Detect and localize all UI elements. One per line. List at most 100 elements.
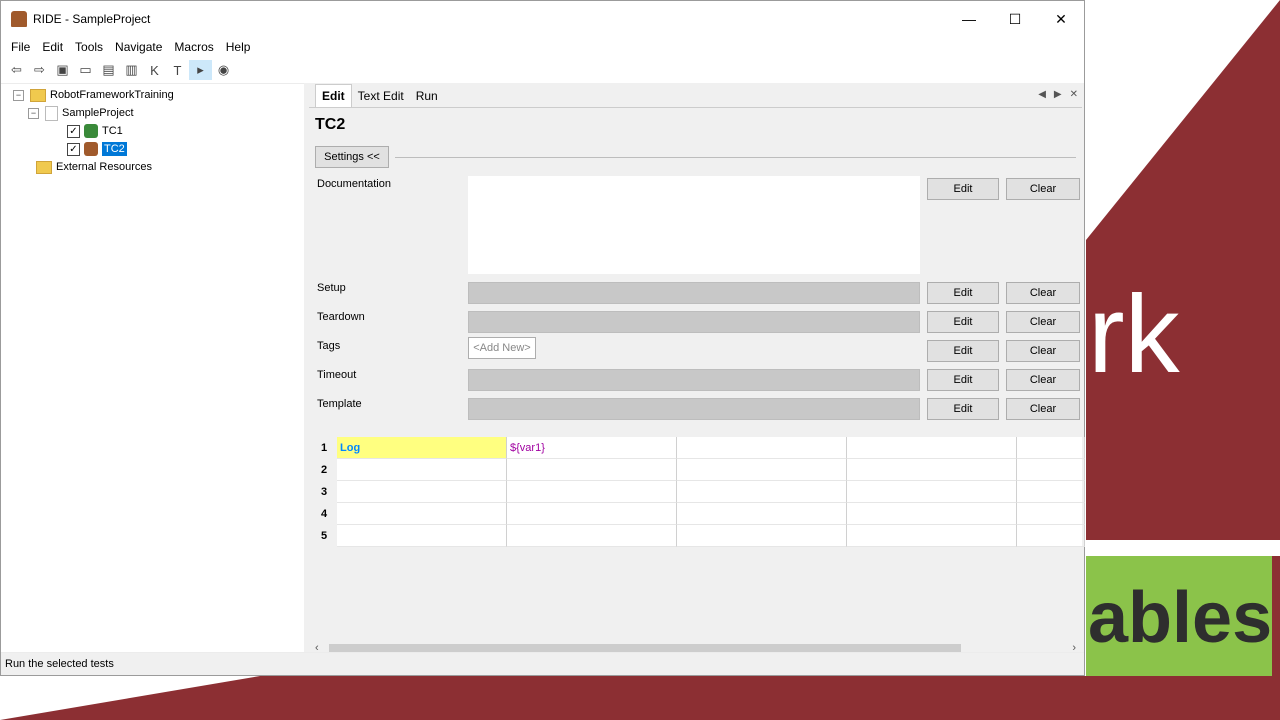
- teardown-edit-button[interactable]: Edit: [927, 311, 999, 333]
- template-edit-button[interactable]: Edit: [927, 398, 999, 420]
- setup-edit-button[interactable]: Edit: [927, 282, 999, 304]
- forward-icon[interactable]: ⇨: [28, 60, 51, 80]
- grid-cell[interactable]: [1017, 437, 1085, 459]
- grid-cell[interactable]: Log: [337, 437, 507, 459]
- grid-cell[interactable]: [337, 481, 507, 503]
- checkbox-icon[interactable]: ✓: [67, 124, 80, 138]
- grid-cell[interactable]: [507, 525, 677, 547]
- tree-node-tc1[interactable]: ✓ TC1: [67, 123, 123, 139]
- setup-label: Setup: [317, 282, 346, 294]
- teardown-field[interactable]: [468, 311, 920, 333]
- settings-toggle-button[interactable]: Settings <<: [315, 146, 389, 168]
- grid-cell[interactable]: [847, 437, 1017, 459]
- open-suite-icon[interactable]: ▣: [51, 60, 74, 80]
- run-icon[interactable]: ▸: [189, 60, 212, 80]
- grid-cell[interactable]: [507, 459, 677, 481]
- timeout-clear-button[interactable]: Clear: [1006, 369, 1080, 391]
- grid-cell[interactable]: [677, 481, 847, 503]
- menu-navigate[interactable]: Navigate: [109, 40, 168, 54]
- grid-cell[interactable]: [507, 503, 677, 525]
- close-button[interactable]: ✕: [1038, 1, 1084, 37]
- documentation-label: Documentation: [317, 178, 391, 190]
- add-tag-button[interactable]: <Add New>: [468, 337, 536, 359]
- grid-cell[interactable]: [847, 459, 1017, 481]
- stop-icon[interactable]: ◉: [212, 60, 235, 80]
- table-row: 1 Log ${var1}: [311, 437, 1085, 459]
- grid-cell[interactable]: [337, 503, 507, 525]
- robot-icon: [84, 124, 98, 138]
- grid-cell[interactable]: [847, 503, 1017, 525]
- open-directory-icon[interactable]: ▭: [74, 60, 97, 80]
- menu-edit[interactable]: Edit: [36, 40, 69, 54]
- test-case-title: TC2: [315, 116, 346, 133]
- ride-window: RIDE - SampleProject — ☐ ✕ File Edit Too…: [0, 0, 1085, 676]
- grid-cell[interactable]: [847, 525, 1017, 547]
- search-keywords-icon[interactable]: K: [143, 60, 166, 80]
- minimize-button[interactable]: —: [946, 1, 992, 37]
- row-number[interactable]: 3: [311, 481, 337, 503]
- documentation-clear-button[interactable]: Clear: [1006, 178, 1080, 200]
- timeout-edit-button[interactable]: Edit: [927, 369, 999, 391]
- tree-node-project[interactable]: − SampleProject: [28, 105, 134, 121]
- tree-node-tc2[interactable]: ✓ TC2: [67, 141, 127, 157]
- tree-node-label: TC1: [102, 125, 123, 137]
- teardown-clear-button[interactable]: Clear: [1006, 311, 1080, 333]
- maximize-button[interactable]: ☐: [992, 1, 1038, 37]
- tags-clear-button[interactable]: Clear: [1006, 340, 1080, 362]
- grid-cell[interactable]: [677, 503, 847, 525]
- grid-cell[interactable]: ${var1}: [507, 437, 677, 459]
- tab-close-icon[interactable]: ✕: [1070, 89, 1078, 100]
- menu-help[interactable]: Help: [220, 40, 257, 54]
- documentation-edit-button[interactable]: Edit: [927, 178, 999, 200]
- tree-node-root[interactable]: − RobotFrameworkTraining: [13, 87, 174, 103]
- setup-field[interactable]: [468, 282, 920, 304]
- grid-cell[interactable]: [1017, 525, 1085, 547]
- search-tests-icon[interactable]: T: [166, 60, 189, 80]
- tab-next-icon[interactable]: ▶: [1054, 89, 1062, 100]
- collapse-icon[interactable]: −: [13, 89, 24, 101]
- tab-edit[interactable]: Edit: [315, 84, 352, 107]
- grid-cell[interactable]: [677, 437, 847, 459]
- tab-text-edit[interactable]: Text Edit: [352, 85, 410, 107]
- menu-macros[interactable]: Macros: [168, 40, 219, 54]
- slide-corner: [1086, 0, 1280, 240]
- separator: [395, 157, 1076, 158]
- grid-cell[interactable]: [337, 459, 507, 481]
- tab-prev-icon[interactable]: ◀: [1038, 89, 1046, 100]
- menu-tools[interactable]: Tools: [69, 40, 109, 54]
- grid-cell[interactable]: [507, 481, 677, 503]
- documentation-field[interactable]: [468, 176, 920, 274]
- grid-cell[interactable]: [1017, 503, 1085, 525]
- setup-clear-button[interactable]: Clear: [1006, 282, 1080, 304]
- grid-cell[interactable]: [847, 481, 1017, 503]
- row-number[interactable]: 1: [311, 437, 337, 459]
- checkbox-icon[interactable]: ✓: [67, 142, 80, 156]
- grid-cell[interactable]: [337, 525, 507, 547]
- tab-run[interactable]: Run: [410, 85, 444, 107]
- tree-node-label: RobotFrameworkTraining: [50, 89, 174, 101]
- row-number[interactable]: 5: [311, 525, 337, 547]
- timeout-field[interactable]: [468, 369, 920, 391]
- template-field[interactable]: [468, 398, 920, 420]
- grid-cell[interactable]: [1017, 459, 1085, 481]
- template-clear-button[interactable]: Clear: [1006, 398, 1080, 420]
- table-row: 4: [311, 503, 1085, 525]
- row-number[interactable]: 2: [311, 459, 337, 481]
- table-row: 2: [311, 459, 1085, 481]
- collapse-icon[interactable]: −: [28, 107, 39, 119]
- grid-cell[interactable]: [1017, 481, 1085, 503]
- menu-file[interactable]: File: [5, 40, 36, 54]
- slide-text-partial: rk: [1088, 273, 1180, 396]
- row-number[interactable]: 4: [311, 503, 337, 525]
- save-icon[interactable]: ▤: [97, 60, 120, 80]
- tree-node-external-resources[interactable]: External Resources: [36, 159, 152, 175]
- grid-cell[interactable]: [677, 459, 847, 481]
- folder-icon: [36, 160, 52, 174]
- back-icon[interactable]: ⇦: [5, 60, 28, 80]
- save-all-icon[interactable]: ▥: [120, 60, 143, 80]
- robot-icon: [84, 142, 98, 156]
- tree-node-label-selected: TC2: [102, 142, 127, 156]
- tags-edit-button[interactable]: Edit: [927, 340, 999, 362]
- grid-cell[interactable]: [677, 525, 847, 547]
- editor-pane: Edit Text Edit Run ◀ ▶ ✕ TC2 Settings <<…: [307, 83, 1085, 658]
